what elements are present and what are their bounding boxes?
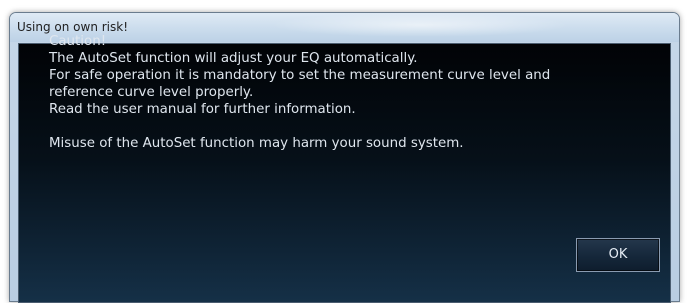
message-line-user-manual: Read the user manual for further informa… — [49, 102, 356, 117]
message-line-reference-curve: reference curve level properly. — [49, 85, 254, 100]
caution-message: Caution! The AutoSet function will adjus… — [49, 33, 649, 152]
message-line-caution: Caution! — [49, 34, 107, 49]
message-line-autoset: The AutoSet function will adjust your EQ… — [49, 51, 418, 66]
ok-button[interactable]: OK — [576, 238, 660, 272]
window-title: Using on own risk! — [17, 20, 129, 34]
message-line-safe-operation: For safe operation it is mandatory to se… — [49, 68, 551, 83]
message-line-misuse-warning: Misuse of the AutoSet function may harm … — [49, 136, 464, 151]
